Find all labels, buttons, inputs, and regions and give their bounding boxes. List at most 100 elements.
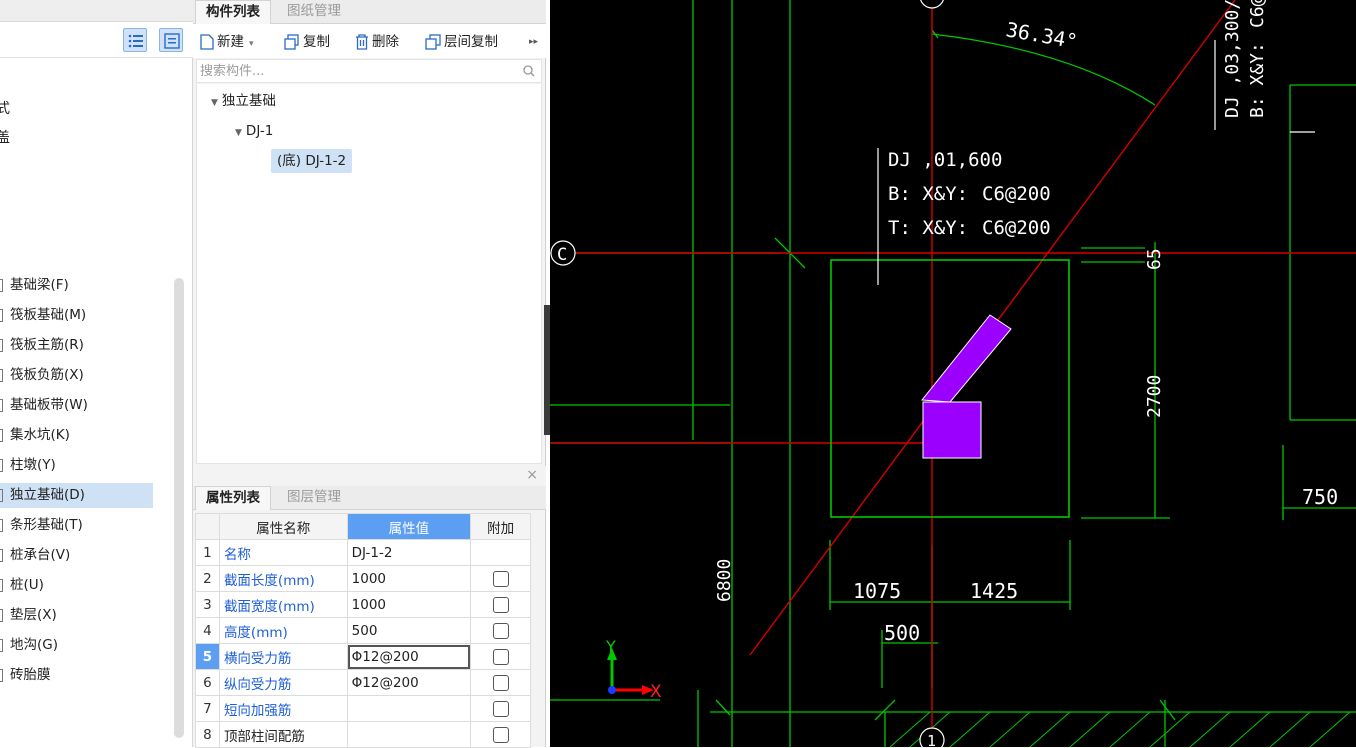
nav-item-sump-pit[interactable]: 集水坑(K) <box>0 423 153 448</box>
delete-button[interactable]: 删除 <box>355 32 399 52</box>
property-value[interactable]: DJ-1-2 <box>346 539 472 566</box>
component-panel: 构件列表 图纸管理 新建 ▾ 复制 删除 层间复制 ▸▸ ▼独立基础 ▼DJ-1 … <box>193 0 731 748</box>
collapse-caret-icon[interactable]: ▼ <box>211 98 218 108</box>
component-type-navigator: 式 盖 基础梁(F) 筏板基础(M) 筏板主筋(R) 筏板负筋(X) 基础板带(… <box>0 0 193 747</box>
search-icon[interactable] <box>523 65 535 77</box>
item-marker-icon <box>0 579 3 592</box>
floor-copy-label: 层间复制 <box>444 34 498 50</box>
property-name-header[interactable]: 属性名称 <box>218 513 348 540</box>
collapse-caret-icon[interactable]: ▼ <box>235 128 242 138</box>
dimension-750: 750 <box>1302 485 1338 509</box>
tree-node-isolated-footing[interactable]: ▼ 独立基础 <box>211 89 276 113</box>
item-marker-icon <box>0 519 3 532</box>
top-right-annotation-1: DJ ,03,300/40 <box>1222 0 1243 118</box>
nav-item-cushion[interactable]: 垫层(X) <box>0 603 153 628</box>
table-row[interactable]: 6 纵向受力筋 Φ12@200 <box>195 669 531 696</box>
property-value[interactable]: 500 <box>346 617 472 644</box>
floor-copy-icon <box>425 34 441 50</box>
nav-item-trench[interactable]: 地沟(G) <box>0 633 153 658</box>
dropdown-icon[interactable]: ▾ <box>249 39 254 49</box>
tab-layer-management[interactable]: 图层管理 <box>277 486 351 510</box>
item-marker-icon <box>0 279 3 292</box>
copy-button[interactable]: 复制 <box>284 32 330 52</box>
property-name: 名称 <box>218 539 348 566</box>
extra-checkbox[interactable] <box>492 700 509 717</box>
nav-item-raft-foundation[interactable]: 筏板基础(M) <box>0 303 153 328</box>
extra-checkbox[interactable] <box>492 622 509 639</box>
annotation-line-1: DJ ,01,600 <box>888 149 1002 171</box>
nav-item-strip-footing[interactable]: 条形基础(T) <box>0 513 153 538</box>
property-value-editor[interactable]: Φ12@200 <box>346 643 472 670</box>
property-extra-header[interactable]: 附加 <box>470 513 531 540</box>
trash-icon <box>356 34 368 50</box>
table-row-selected[interactable]: 5 横向受力筋 Φ12@200 <box>195 643 531 670</box>
table-row[interactable]: 4 高度(mm) 500 <box>195 617 531 644</box>
extra-checkbox[interactable] <box>492 726 509 743</box>
extra-checkbox[interactable] <box>492 596 509 613</box>
extra-checkbox[interactable] <box>492 570 509 587</box>
extra-cell <box>470 643 531 670</box>
property-value[interactable]: 1000 <box>346 565 472 592</box>
nav-item-label: 基础梁(F) <box>10 277 69 293</box>
nav-item-brick-mold[interactable]: 砖胎膜 <box>0 663 153 688</box>
property-value-header[interactable]: 属性值 <box>346 513 472 540</box>
nav-item-foundation-beam[interactable]: 基础梁(F) <box>0 273 153 298</box>
extra-checkbox[interactable] <box>492 674 509 691</box>
more-tools-icon[interactable]: ▸▸ <box>529 32 538 52</box>
nav-partial-item-2[interactable]: 盖 <box>0 127 10 147</box>
close-icon[interactable]: × <box>526 467 538 483</box>
row-number: 5 <box>195 643 220 670</box>
table-row[interactable]: 7 短向加强筋 <box>195 695 531 722</box>
tab-drawing-management[interactable]: 图纸管理 <box>277 0 351 24</box>
item-marker-icon <box>0 639 3 652</box>
nav-item-foundation-strip[interactable]: 基础板带(W) <box>0 393 153 418</box>
row-number: 1 <box>195 539 220 566</box>
ucs-x-label: X <box>650 682 662 702</box>
tab-component-list[interactable]: 构件列表 <box>195 0 271 24</box>
property-value[interactable]: Φ12@200 <box>346 669 472 696</box>
tab-property-list[interactable]: 属性列表 <box>195 486 271 510</box>
annotation-line-3: T: X&Y: <box>888 217 968 239</box>
nav-item-label: 筏板主筋(R) <box>10 337 84 353</box>
nav-item-column-pier[interactable]: 柱墩(Y) <box>0 453 153 478</box>
property-table-header-row: 属性名称 属性值 附加 <box>195 513 531 540</box>
property-value[interactable] <box>346 695 472 722</box>
table-row[interactable]: 3 截面宽度(mm) 1000 <box>195 591 531 618</box>
dimension-500: 500 <box>884 621 920 645</box>
row-number: 4 <box>195 617 220 644</box>
axis-bubble-top <box>920 0 944 9</box>
nav-item-raft-main-rebar[interactable]: 筏板主筋(R) <box>0 333 153 358</box>
tree-node-dj-1[interactable]: ▼ DJ-1 <box>235 119 273 143</box>
dimension-1425: 1425 <box>970 579 1018 603</box>
nav-item-pile-cap[interactable]: 桩承台(V) <box>0 543 153 568</box>
table-row[interactable]: 2 截面长度(mm) 1000 <box>195 565 531 592</box>
extra-cell <box>470 539 531 566</box>
nav-item-isolated-footing[interactable]: 独立基础(D) <box>0 483 153 508</box>
item-marker-icon <box>0 309 3 322</box>
nav-item-label: 柱墩(Y) <box>10 457 56 473</box>
cad-drawing-canvas[interactable]: 36.34° DJ ,01,600 B: X&Y: T: X&Y: C6@200… <box>550 0 1356 747</box>
detail-view-button[interactable] <box>159 28 183 52</box>
new-label: 新建 <box>217 34 244 50</box>
new-button[interactable]: 新建 ▾ <box>200 32 254 52</box>
table-row[interactable]: 8 顶部柱间配筋 <box>195 721 531 748</box>
left-scrollbar[interactable] <box>174 278 184 738</box>
property-value[interactable]: 1000 <box>346 591 472 618</box>
floor-copy-button[interactable]: 层间复制 <box>425 32 498 52</box>
item-marker-icon <box>0 399 3 412</box>
table-row[interactable]: 1 名称 DJ-1-2 <box>195 539 531 566</box>
nav-item-raft-negative-rebar[interactable]: 筏板负筋(X) <box>0 363 153 388</box>
cad-drawing: 36.34° DJ ,01,600 B: X&Y: T: X&Y: C6@200… <box>550 0 1356 747</box>
search-input[interactable] <box>197 60 517 82</box>
tree-node-dj-1-2[interactable]: (底) DJ-1-2 <box>271 149 353 173</box>
nav-item-pile[interactable]: 桩(U) <box>0 573 153 598</box>
isolated-footing-component[interactable] <box>921 314 1012 459</box>
property-name: 截面宽度(mm) <box>218 591 348 618</box>
annotation-rebar-top: C6@200 <box>982 217 1051 239</box>
extra-checkbox[interactable] <box>492 648 509 665</box>
property-panel-header: × <box>193 466 546 486</box>
nav-partial-item-1[interactable]: 式 <box>0 98 10 118</box>
property-value[interactable] <box>346 721 472 748</box>
row-number: 3 <box>195 591 220 618</box>
list-view-button[interactable] <box>123 28 147 52</box>
